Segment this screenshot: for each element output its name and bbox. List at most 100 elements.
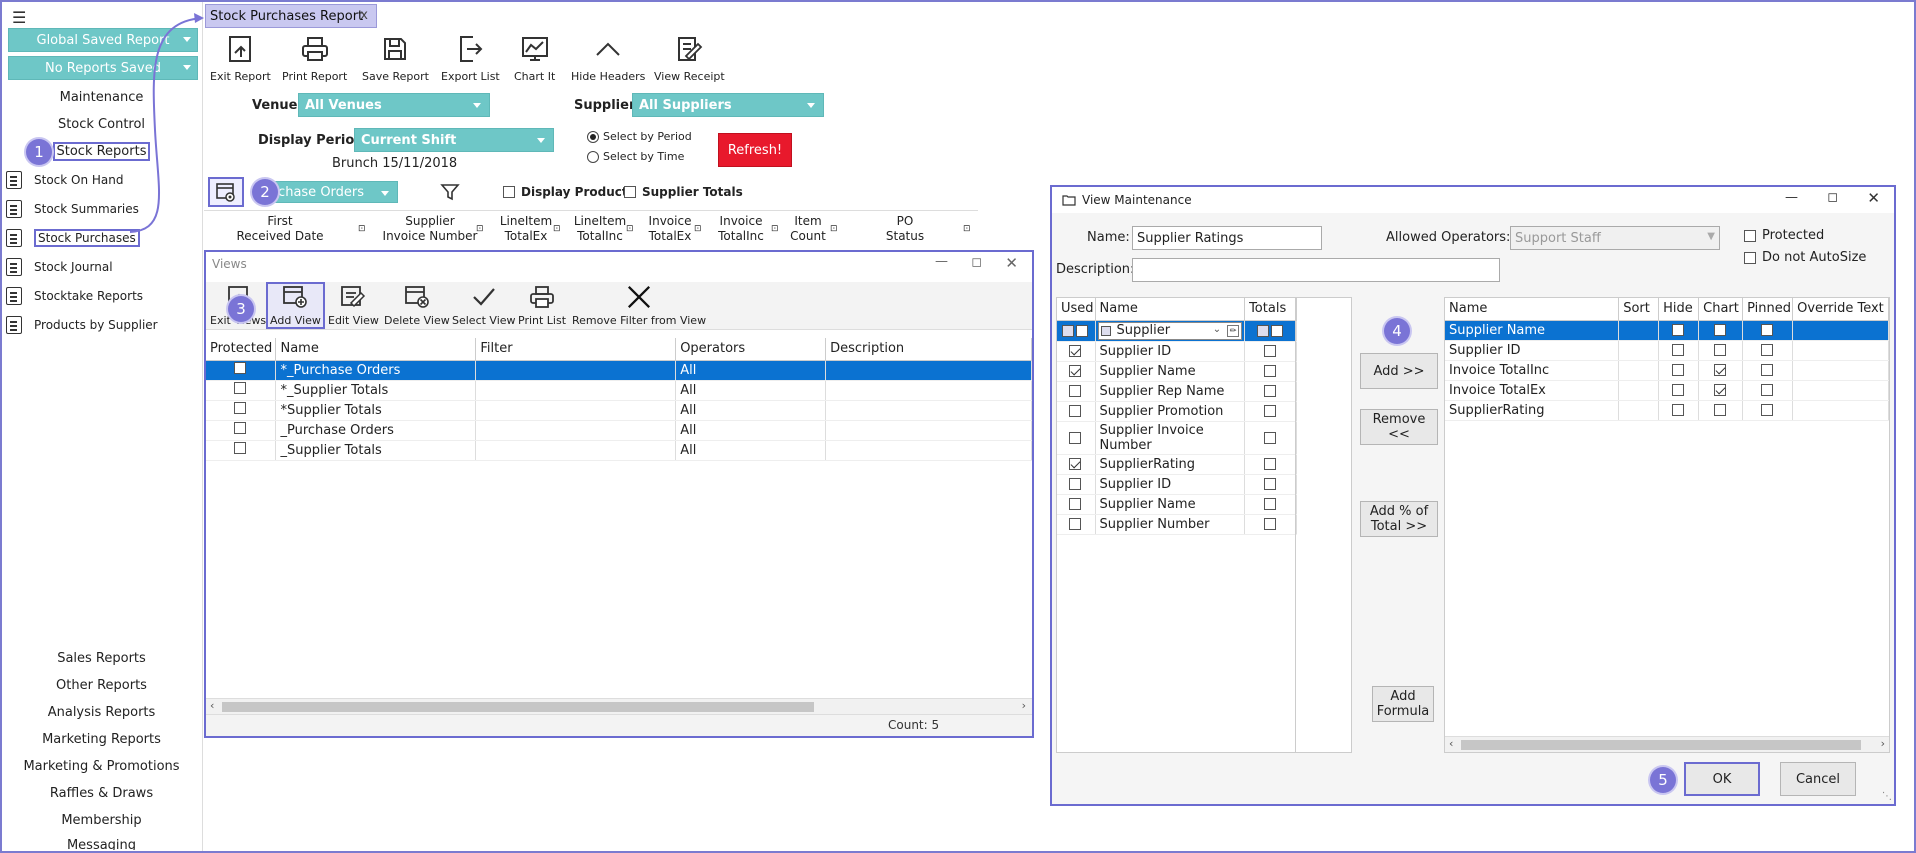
filter-row[interactable]: Supplier ⌄ ✏ xyxy=(1057,320,1297,342)
col-header-name[interactable]: Name xyxy=(1445,298,1620,321)
hamburger-menu-icon[interactable]: ☰ xyxy=(12,8,26,27)
checkbox-unchecked[interactable] xyxy=(234,402,247,414)
cancel-button[interactable]: Cancel xyxy=(1780,762,1856,796)
views-button[interactable] xyxy=(208,177,244,207)
col-header-sort[interactable]: Sort xyxy=(1618,298,1660,321)
add-formula-button[interactable]: Add Formula xyxy=(1372,686,1434,722)
select-by-period-radio[interactable]: Select by Period xyxy=(587,130,692,143)
checkbox-filter[interactable] xyxy=(1076,324,1089,337)
used-checkbox[interactable] xyxy=(1069,405,1082,417)
chart-checkbox[interactable] xyxy=(1714,324,1727,336)
select-view-button[interactable]: Select View xyxy=(452,284,516,327)
checkbox-unchecked[interactable] xyxy=(234,362,247,374)
totals-filter-cell[interactable] xyxy=(1244,320,1297,342)
col-header-name[interactable]: Name xyxy=(275,338,477,361)
list-item[interactable]: Supplier Name xyxy=(1057,361,1297,382)
col-header-po-status[interactable]: PO Status xyxy=(880,214,930,244)
view-select-dropdown[interactable]: rchase Orders xyxy=(262,181,398,203)
scroll-right-icon[interactable]: › xyxy=(1022,699,1026,712)
used-checkbox[interactable] xyxy=(1069,458,1082,470)
scroll-left-icon[interactable]: ‹ xyxy=(210,699,214,712)
protected-cell[interactable] xyxy=(206,360,277,381)
list-item[interactable]: Supplier Number xyxy=(1057,514,1297,535)
col-header-totals[interactable]: Totals xyxy=(1244,298,1297,321)
clear-filter-icon[interactable]: ✏ xyxy=(1227,324,1240,337)
table-row[interactable]: *_Purchase Orders All xyxy=(206,360,1032,381)
col-header-protected[interactable]: Protected xyxy=(206,338,277,361)
resize-grip-icon[interactable]: ⋱ xyxy=(1882,791,1892,802)
table-row[interactable]: _Supplier Totals All xyxy=(206,440,1032,461)
table-row[interactable]: Invoice TotalInc xyxy=(1445,360,1889,381)
delete-view-button[interactable]: Delete View xyxy=(384,284,450,327)
table-row[interactable]: _Purchase Orders All xyxy=(206,420,1032,441)
sidebar-link-marketing-promotions[interactable]: Marketing & Promotions xyxy=(0,759,203,774)
table-row[interactable]: *_Supplier Totals All xyxy=(206,380,1032,401)
sidebar-link-analysis-reports[interactable]: Analysis Reports xyxy=(0,705,203,720)
view-name-input[interactable]: Supplier Ratings xyxy=(1132,226,1322,250)
sidebar-item-stock-journal[interactable]: Stock Journal xyxy=(6,256,113,278)
list-item[interactable]: Supplier ID xyxy=(1057,341,1297,362)
minimize-icon[interactable]: — xyxy=(935,254,948,269)
table-row[interactable]: Supplier Name xyxy=(1445,320,1889,341)
pinned-checkbox[interactable] xyxy=(1761,364,1774,376)
description-input[interactable] xyxy=(1132,258,1500,282)
list-item[interactable]: Supplier Rep Name xyxy=(1057,381,1297,402)
sidebar-item-products-by-supplier[interactable]: Products by Supplier xyxy=(6,314,158,336)
hide-checkbox[interactable] xyxy=(1672,404,1685,416)
col-header-filter[interactable]: Filter xyxy=(475,338,677,361)
pin-icon[interactable]: ⊡ xyxy=(476,224,484,234)
hide-checkbox[interactable] xyxy=(1672,324,1685,336)
override-text-cell[interactable] xyxy=(1792,400,1889,421)
ok-button[interactable]: OK xyxy=(1684,762,1760,796)
chevron-down-icon[interactable]: ⌄ xyxy=(1213,324,1221,335)
sidebar-item-stocktake-reports[interactable]: Stocktake Reports xyxy=(6,285,143,307)
venue-dropdown[interactable]: All Venues xyxy=(298,93,490,117)
export-list-button[interactable]: Export List xyxy=(441,34,500,83)
chart-checkbox[interactable] xyxy=(1714,364,1727,376)
selected-fields-horizontal-scrollbar[interactable]: ‹ › xyxy=(1445,736,1889,752)
chart-checkbox[interactable] xyxy=(1714,344,1727,356)
used-checkbox[interactable] xyxy=(1069,498,1082,510)
save-report-button[interactable]: Save Report xyxy=(362,34,429,83)
used-checkbox[interactable] xyxy=(1069,385,1082,397)
override-text-cell[interactable] xyxy=(1792,320,1889,341)
add-percent-total-button[interactable]: Add % of Total >> xyxy=(1360,501,1438,537)
list-item[interactable]: Supplier ID xyxy=(1057,474,1297,495)
col-header-operators[interactable]: Operators xyxy=(675,338,827,361)
pinned-checkbox[interactable] xyxy=(1761,404,1774,416)
pin-icon[interactable]: ⊡ xyxy=(358,224,366,234)
table-row[interactable]: *Supplier Totals All xyxy=(206,400,1032,421)
exit-report-button[interactable]: Exit Report xyxy=(210,34,271,83)
display-period-dropdown[interactable]: Current Shift xyxy=(354,128,554,152)
print-list-button[interactable]: Print List xyxy=(518,284,566,327)
col-header-item-count[interactable]: Item Count xyxy=(790,214,826,244)
select-by-time-radio[interactable]: Select by Time xyxy=(587,150,684,163)
pin-icon[interactable]: ⊡ xyxy=(626,224,634,234)
chart-checkbox[interactable] xyxy=(1714,384,1727,396)
protected-cell[interactable] xyxy=(206,380,277,401)
hide-checkbox[interactable] xyxy=(1672,344,1685,356)
protected-checkbox[interactable]: Protected xyxy=(1744,228,1824,243)
edit-view-button[interactable]: Edit View xyxy=(328,284,379,327)
remove-field-button[interactable]: Remove << xyxy=(1360,409,1438,445)
supplier-dropdown[interactable]: All Suppliers xyxy=(632,93,824,117)
close-icon[interactable]: ✕ xyxy=(1867,189,1880,207)
pin-icon[interactable]: ⊡ xyxy=(830,224,838,234)
pin-icon[interactable]: ⊡ xyxy=(553,224,561,234)
used-checkbox[interactable] xyxy=(1069,345,1082,357)
col-header-invoice-totalinc[interactable]: Invoice TotalInc xyxy=(714,214,768,244)
col-header-supplier-invoice-number[interactable]: Supplier Invoice Number xyxy=(380,214,480,244)
totals-checkbox[interactable] xyxy=(1264,365,1277,377)
views-horizontal-scrollbar[interactable]: ‹ › xyxy=(206,698,1032,714)
totals-checkbox[interactable] xyxy=(1264,478,1277,490)
pin-icon[interactable]: ⊡ xyxy=(963,224,971,234)
col-header-invoice-totalex[interactable]: Invoice TotalEx xyxy=(645,214,695,244)
col-header-description[interactable]: Description xyxy=(825,338,1032,361)
totals-checkbox[interactable] xyxy=(1264,458,1277,470)
totals-checkbox[interactable] xyxy=(1264,498,1277,510)
col-header-override-text[interactable]: Override Text xyxy=(1792,298,1889,321)
supplier-totals-checkbox[interactable]: Supplier Totals xyxy=(624,185,743,199)
col-header-first-received-date[interactable]: First Received Date xyxy=(230,214,330,244)
view-receipt-button[interactable]: View Receipt xyxy=(654,34,725,83)
scrollbar-thumb[interactable] xyxy=(222,702,814,712)
